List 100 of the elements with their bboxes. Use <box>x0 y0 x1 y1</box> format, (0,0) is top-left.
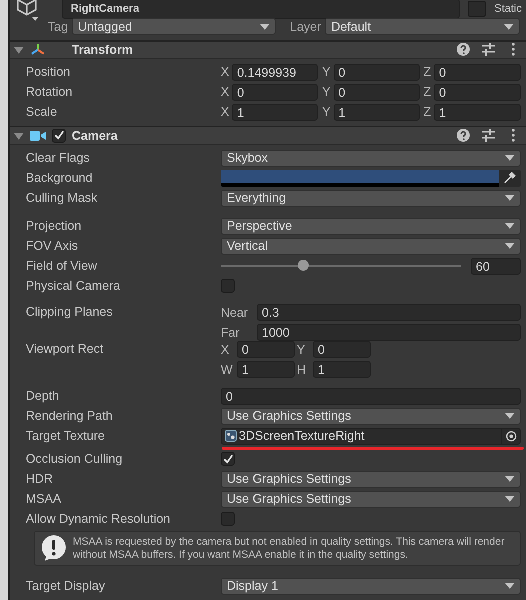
axes-icon <box>30 42 46 57</box>
dropdown[interactable]: Use Graphics Settings <box>221 490 521 508</box>
property-label: FOV Axis <box>26 239 80 253</box>
input-field[interactable]: 0 <box>434 64 521 81</box>
property-label: Clipping Planes <box>26 304 114 321</box>
input-field[interactable]: 0 <box>313 341 371 358</box>
dropdown[interactable]: Use Graphics Settings <box>221 408 521 424</box>
input-field[interactable]: 0.1499939 <box>232 64 318 81</box>
input-field[interactable]: 1 <box>434 104 521 121</box>
property-label: Clear Flags <box>26 151 91 165</box>
help-text: MSAA is requested by the camera but not enabled in quality settings. This camera will render without MSAA buffers. If you want MSAA enable it in the quality settings. <box>73 536 506 562</box>
axis-label: Z <box>424 85 432 100</box>
help-icon[interactable] <box>457 43 470 56</box>
input-field[interactable]: 1 <box>237 361 295 378</box>
input-field[interactable]: 0 <box>334 84 420 101</box>
tag-label: Tag <box>48 20 68 34</box>
foldout-icon[interactable] <box>14 130 24 141</box>
dropdown[interactable]: Display 1 <box>221 578 521 594</box>
input-field[interactable]: 1000 <box>257 324 521 341</box>
component-header[interactable]: Camera <box>10 126 526 145</box>
dropdown[interactable]: Use Graphics Settings <box>221 470 521 488</box>
dropdown[interactable]: Perspective <box>221 218 521 234</box>
checkbox[interactable] <box>221 279 235 293</box>
presets-icon[interactable] <box>482 43 495 56</box>
slider[interactable] <box>221 260 461 272</box>
color-field[interactable] <box>221 170 521 186</box>
caret-icon <box>505 243 515 249</box>
property-label: Viewport Rect <box>26 341 105 358</box>
help-icon[interactable] <box>457 129 470 142</box>
static-label: Static <box>494 3 522 15</box>
input-field[interactable]: 0 <box>237 341 295 358</box>
property-label: MSAA <box>26 492 62 506</box>
input-field[interactable]: 1 <box>313 361 371 378</box>
checkbox[interactable] <box>52 128 66 143</box>
layer-dropdown[interactable]: Default <box>325 18 520 36</box>
input-field[interactable]: 0.3 <box>257 304 521 321</box>
axis-label: Y <box>322 85 331 100</box>
component-title: Transform <box>72 42 134 57</box>
foldout-icon[interactable] <box>14 44 24 55</box>
property-label: Projection <box>26 219 83 233</box>
caret-icon <box>505 223 515 229</box>
input-field[interactable]: 1 <box>334 104 420 121</box>
dropdown[interactable]: Skybox <box>221 150 521 166</box>
axis-label: H <box>297 362 308 376</box>
property-label: Background <box>26 171 94 185</box>
name-field[interactable]: RightCamera <box>62 0 460 19</box>
input-field[interactable]: 0 <box>232 84 318 101</box>
layer-label: Layer <box>290 20 322 34</box>
property-label: Target Display <box>26 579 106 593</box>
property-label: Scale <box>26 105 58 120</box>
object-picker-icon[interactable] <box>506 430 516 442</box>
tag-dropdown[interactable]: Untagged <box>72 18 276 36</box>
axis-label: Near <box>221 306 250 320</box>
property-label: Occlusion Culling <box>26 452 124 466</box>
axis-label: Y <box>322 65 331 80</box>
axis-label: W <box>221 362 234 376</box>
property-label: Rendering Path <box>26 409 114 423</box>
caret-icon <box>505 496 515 502</box>
component-header[interactable]: Transform <box>10 40 526 60</box>
eyedropper-icon[interactable] <box>504 172 516 184</box>
static-checkbox[interactable] <box>468 1 486 17</box>
presets-icon[interactable] <box>482 129 495 142</box>
property-label: Position <box>26 65 72 80</box>
caret-icon <box>505 195 515 201</box>
axis-label: X <box>221 342 230 356</box>
input-field[interactable]: 0 <box>221 388 521 404</box>
caret-icon <box>260 24 270 30</box>
caret-icon <box>505 155 515 161</box>
property-label: Physical Camera <box>26 279 122 293</box>
axis-label: Z <box>424 65 432 80</box>
warning-icon <box>41 535 67 562</box>
property-label: Target Texture <box>26 429 106 443</box>
axis-label: Y <box>322 105 331 120</box>
property-label: Rotation <box>26 85 74 100</box>
checkbox[interactable] <box>221 452 235 466</box>
property-label: Depth <box>26 389 60 403</box>
texture-icon <box>225 430 237 442</box>
axis-label: X <box>221 85 230 100</box>
cube-icon <box>16 0 40 22</box>
property-label: Field of View <box>26 259 98 273</box>
input-field[interactable]: 0 <box>334 64 420 81</box>
axis-label: Far <box>221 326 241 340</box>
dropdown[interactable]: Everything <box>221 190 521 206</box>
input-field[interactable]: 0 <box>434 84 521 101</box>
axis-label: X <box>221 65 230 80</box>
axis-label: Y <box>297 342 306 356</box>
property-label: HDR <box>26 472 54 486</box>
video-camera-icon <box>30 128 46 143</box>
component-title: Camera <box>72 128 118 143</box>
caret-icon <box>505 583 515 589</box>
property-label: Culling Mask <box>26 191 99 205</box>
input-field[interactable]: 60 <box>471 258 521 274</box>
checkbox[interactable] <box>221 512 235 526</box>
property-label: Allow Dynamic Resolution <box>26 512 172 526</box>
dropdown[interactable]: Vertical <box>221 238 521 254</box>
axis-label: X <box>221 105 230 120</box>
input-field[interactable]: 1 <box>232 104 318 121</box>
caret-icon <box>505 476 515 482</box>
axis-label: Z <box>424 105 432 120</box>
caret-icon <box>505 413 515 419</box>
